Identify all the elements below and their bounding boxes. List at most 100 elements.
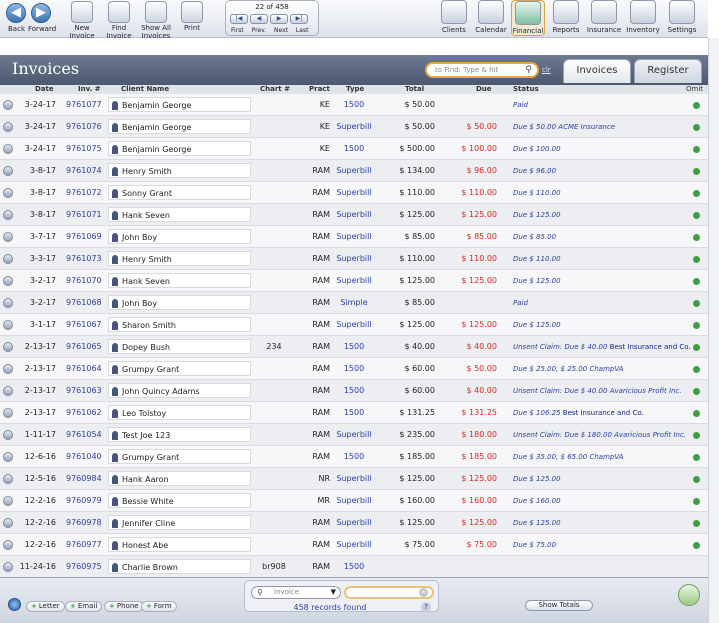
type-cell[interactable]: Superbill xyxy=(334,512,374,534)
invoice-number-link[interactable]: 9761072 xyxy=(66,182,102,204)
new-invoice-button[interactable]: New Invoice xyxy=(66,0,98,40)
users-icon[interactable] xyxy=(678,584,700,606)
client-name-field[interactable]: Grumpy Grant xyxy=(108,361,251,376)
print-button[interactable]: Print xyxy=(176,0,208,36)
table-row[interactable]: 3-24-17 9761076 Benjamin George KE Superbill… xyxy=(0,116,708,138)
module-insurance[interactable]: Insurance xyxy=(586,0,622,36)
invoice-number-link[interactable]: 9760977 xyxy=(66,534,102,556)
omit-dot-icon[interactable] xyxy=(693,234,700,241)
module-financial[interactable]: Financial xyxy=(511,0,545,36)
first-record-button[interactable]: |◀ xyxy=(230,14,248,24)
find-input[interactable]: to Find: Type & hit ⚲ xyxy=(425,62,539,78)
omit-dot-icon[interactable] xyxy=(693,102,700,109)
omit-dot-icon[interactable] xyxy=(693,476,700,483)
invoice-number-link[interactable]: 9761069 xyxy=(66,226,102,248)
invoice-number-link[interactable]: 9760984 xyxy=(66,468,102,490)
omit-dot-icon[interactable] xyxy=(693,146,700,153)
find-scope-select[interactable]: ⚲ Invoice ▼ xyxy=(251,586,341,599)
vertical-scrollbar[interactable] xyxy=(708,38,719,623)
client-name-field[interactable]: Sonny Grant xyxy=(108,185,251,200)
table-row[interactable]: 2-13-17 9761064 Grumpy Grant RAM 1500 $ 60.00… xyxy=(0,358,708,380)
client-name-field[interactable]: Bessie White xyxy=(108,493,251,508)
table-row[interactable]: 3-3-17 9761073 Henry Smith RAM Superbill $ 11… xyxy=(0,248,708,270)
client-name-field[interactable]: Benjamin George xyxy=(108,141,251,156)
invoice-number-link[interactable]: 9761065 xyxy=(66,336,102,358)
table-row[interactable]: 12-5-16 9760984 Hank Aaron NR Superbill $ 125… xyxy=(0,468,708,490)
invoice-number-link[interactable]: 9761068 xyxy=(66,292,102,314)
globe-icon[interactable] xyxy=(8,598,21,611)
table-row[interactable]: 3-2-17 9761070 Hank Seven RAM Superbill $ 125… xyxy=(0,270,708,292)
type-cell[interactable]: Superbill xyxy=(334,534,374,556)
module-inventory[interactable]: Inventory xyxy=(625,0,661,36)
invoice-number-link[interactable]: 9760978 xyxy=(66,512,102,534)
phone-button[interactable]: Phone xyxy=(104,601,144,612)
col-due[interactable]: Due xyxy=(476,85,492,94)
omit-dot-icon[interactable] xyxy=(693,278,700,285)
invoice-number-link[interactable]: 9761054 xyxy=(66,424,102,446)
table-row[interactable]: 2-13-17 9761062 Leo Tolstoy RAM 1500 $ 131.25… xyxy=(0,402,708,424)
client-name-field[interactable]: Grumpy Grant xyxy=(108,449,251,464)
type-cell[interactable]: Superbill xyxy=(334,248,374,270)
col-chart[interactable]: Chart # xyxy=(260,85,290,94)
invoice-number-link[interactable]: 9761075 xyxy=(66,138,102,160)
omit-dot-icon[interactable] xyxy=(693,124,700,131)
client-name-field[interactable]: John Boy xyxy=(108,295,251,310)
omit-dot-icon[interactable] xyxy=(693,498,700,505)
invoice-number-link[interactable]: 9761073 xyxy=(66,248,102,270)
show-all-invoices-button[interactable]: Show All Invoices xyxy=(139,0,173,40)
type-cell[interactable]: 1500 xyxy=(334,94,374,116)
client-name-field[interactable]: Leo Tolstoy xyxy=(108,405,251,420)
type-cell[interactable]: 1500 xyxy=(334,446,374,468)
table-row[interactable]: 2-13-17 9761063 John Quincy Adams RAM 1500 $ … xyxy=(0,380,708,402)
quick-find-input[interactable]: ✕ xyxy=(344,586,434,599)
table-row[interactable]: 12-2-16 9760979 Bessie White MR Superbill $ 1… xyxy=(0,490,708,512)
table-row[interactable]: 12-6-16 9761040 Grumpy Grant RAM 1500 $ 185.0… xyxy=(0,446,708,468)
type-cell[interactable]: 1500 xyxy=(334,336,374,358)
table-row[interactable]: 3-7-17 9761069 John Boy RAM Superbill $ 85.00… xyxy=(0,226,708,248)
type-cell[interactable]: Superbill xyxy=(334,204,374,226)
form-button[interactable]: Form xyxy=(141,601,177,612)
omit-dot-icon[interactable] xyxy=(693,300,700,307)
invoice-number-link[interactable]: 9761077 xyxy=(66,94,102,116)
omit-dot-icon[interactable] xyxy=(693,322,700,329)
table-row[interactable]: 3-24-17 9761075 Benjamin George KE 1500 $ 500… xyxy=(0,138,708,160)
invoice-number-link[interactable]: 9761071 xyxy=(66,204,102,226)
type-cell[interactable]: Superbill xyxy=(334,424,374,446)
show-totals-button[interactable]: Show Totals xyxy=(525,600,593,611)
omit-dot-icon[interactable] xyxy=(693,212,700,219)
help-icon[interactable]: ? xyxy=(421,602,431,612)
letter-button[interactable]: Letter xyxy=(26,601,65,612)
omit-dot-icon[interactable] xyxy=(693,542,700,549)
email-button[interactable]: Email xyxy=(65,601,103,612)
tab-invoices[interactable]: Invoices xyxy=(563,59,631,83)
col-date[interactable]: Date xyxy=(35,85,54,94)
next-record-button[interactable]: ▶ xyxy=(270,14,288,24)
type-cell[interactable]: Superbill xyxy=(334,270,374,292)
type-cell[interactable]: 1500 xyxy=(334,402,374,424)
table-row[interactable]: 11-24-16 9760975 Charlie Brown br908 RAM 1500 xyxy=(0,556,708,577)
client-name-field[interactable]: Benjamin George xyxy=(108,97,251,112)
type-cell[interactable]: 1500 xyxy=(334,556,374,577)
type-cell[interactable]: 1500 xyxy=(334,380,374,402)
client-name-field[interactable]: John Quincy Adams xyxy=(108,383,251,398)
client-name-field[interactable]: Hank Seven xyxy=(108,273,251,288)
invoice-number-link[interactable]: 9761062 xyxy=(66,402,102,424)
table-row[interactable]: 1-11-17 9761054 Test Joe 123 RAM Superbill $ … xyxy=(0,424,708,446)
type-cell[interactable]: Simple xyxy=(334,292,374,314)
omit-dot-icon[interactable] xyxy=(693,366,700,373)
type-cell[interactable]: Superbill xyxy=(334,182,374,204)
invoice-number-link[interactable]: 9761064 xyxy=(66,358,102,380)
module-reports[interactable]: Reports xyxy=(549,0,583,36)
find-invoice-button[interactable]: Find Invoice xyxy=(103,0,135,40)
omit-dot-icon[interactable] xyxy=(693,168,700,175)
type-cell[interactable]: 1500 xyxy=(334,358,374,380)
omit-dot-icon[interactable] xyxy=(693,388,700,395)
invoice-number-link[interactable]: 9761076 xyxy=(66,116,102,138)
invoice-number-link[interactable]: 9761040 xyxy=(66,446,102,468)
omit-dot-icon[interactable] xyxy=(693,344,700,351)
client-name-field[interactable]: Dopey Bush xyxy=(108,339,251,354)
table-row[interactable]: 3-8-17 9761074 Henry Smith RAM Superbill $ 13… xyxy=(0,160,708,182)
col-inv[interactable]: Inv. # xyxy=(78,85,101,94)
client-name-field[interactable]: John Boy xyxy=(108,229,251,244)
table-row[interactable]: 3-24-17 9761077 Benjamin George KE 1500 $ 50.… xyxy=(0,94,708,116)
